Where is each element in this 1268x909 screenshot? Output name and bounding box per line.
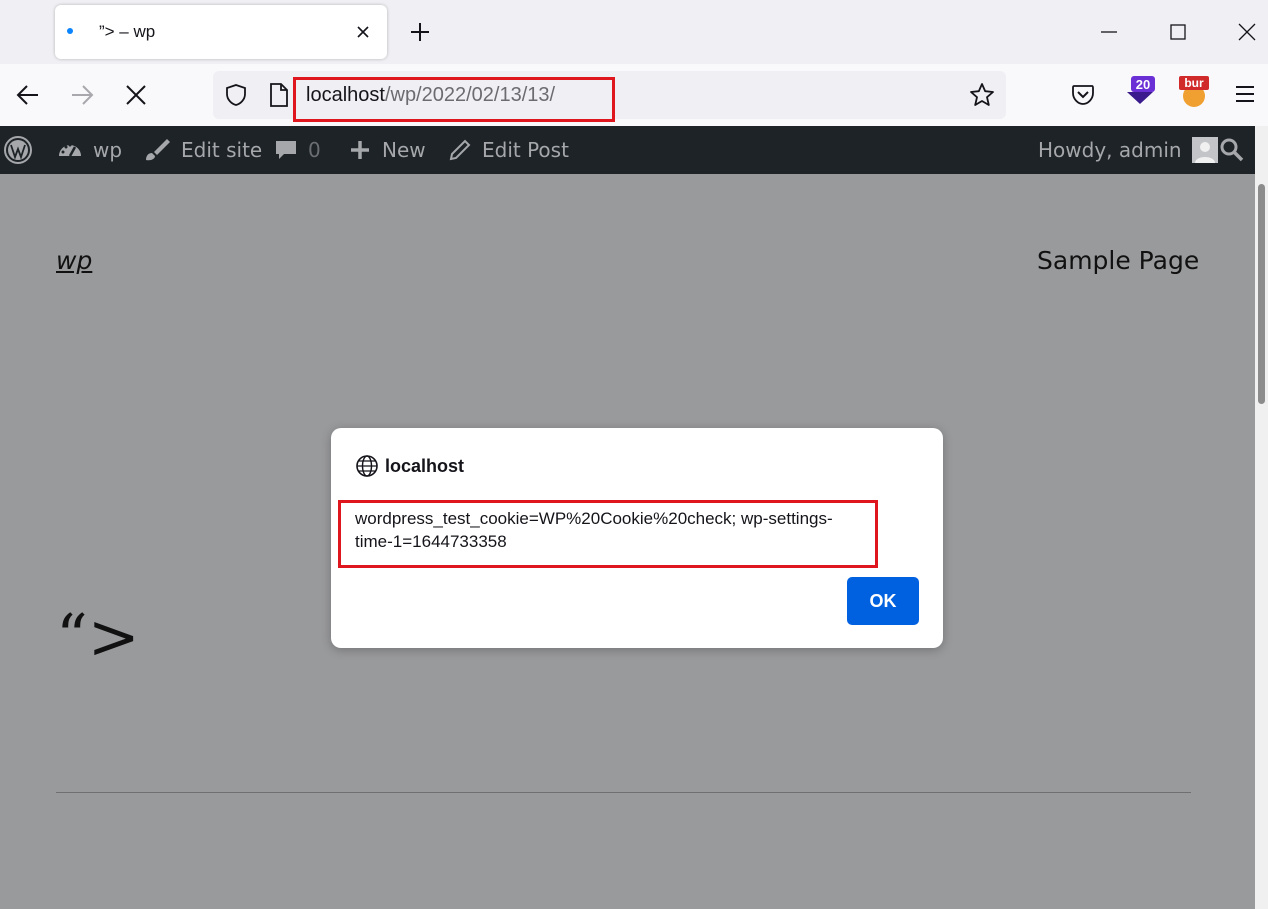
url-highlight-box [293,77,615,122]
menu-icon[interactable] [1234,83,1256,105]
loading-indicator-icon [67,28,73,34]
wp-logo-item[interactable] [3,126,43,174]
close-window-icon[interactable] [1235,20,1259,44]
dashboard-icon [59,143,81,157]
my-account-item[interactable]: Howdy, admin [1038,126,1218,174]
comments-item[interactable]: 0 [274,126,321,174]
minimize-icon[interactable] [1097,20,1121,44]
comment-bubble-icon [276,141,296,159]
alert-dialog: localhost wordpress_test_cookie=WP%20Coo… [331,428,943,648]
post-title: “> [56,600,140,673]
tab-title: ”> – wp [99,22,156,41]
new-tab-icon[interactable] [408,20,432,44]
plus-icon [351,141,369,159]
edit-post-label: Edit Post [482,138,569,162]
site-title-link[interactable]: wp [56,246,92,275]
browser-tab[interactable]: ”> – wp [55,5,387,59]
page-scrollbar[interactable] [1255,126,1268,909]
site-name-item[interactable]: wp [57,126,122,174]
comments-count: 0 [308,138,321,162]
ok-button[interactable]: OK [847,577,919,625]
edit-site-label: Edit site [181,138,263,162]
nav-sample-page-link[interactable]: Sample Page [1037,246,1199,275]
extension-download-icon[interactable]: 20 [1123,74,1157,108]
site-name-label: wp [93,138,123,162]
dialog-origin-label: localhost [385,455,465,476]
extension-badge-count: 20 [1136,77,1150,92]
new-label: New [382,138,426,162]
shield-icon[interactable] [224,83,248,107]
brush-icon [146,139,170,161]
new-content-item[interactable]: New [348,126,426,174]
search-icon [1220,138,1244,162]
message-highlight-box [338,500,878,568]
pocket-icon[interactable] [1071,84,1095,106]
scrollbar-thumb[interactable] [1258,184,1265,404]
tab-strip: ”> – wp [0,0,1268,64]
search-item[interactable] [1219,126,1255,174]
edit-post-item[interactable]: Edit Post [448,126,569,174]
page-info-icon[interactable] [268,82,290,108]
edit-site-item[interactable]: Edit site [143,126,262,174]
wp-admin-bar: wp Edit site 0 New Edit Post Howdy, admi… [0,126,1255,174]
pencil-icon [449,139,471,161]
maximize-icon[interactable] [1166,20,1190,44]
back-icon[interactable] [14,81,42,109]
wordpress-logo-icon [4,136,32,164]
close-tab-icon[interactable] [353,22,373,42]
extension-bur-label: bur [1184,76,1204,90]
globe-icon [356,455,378,477]
extension-bur-icon[interactable]: bur [1178,74,1210,108]
url-bar[interactable]: localhost/wp/2022/02/13/13/ [213,71,1006,122]
bookmark-star-icon[interactable] [969,82,995,108]
avatar [1191,137,1218,163]
navigation-bar: localhost/wp/2022/02/13/13/ 20 bur [0,64,1268,126]
stop-loading-icon[interactable] [122,81,150,109]
dialog-origin: localhost [355,454,464,478]
separator [56,792,1191,793]
howdy-label: Howdy, admin [1038,138,1182,162]
forward-icon[interactable] [68,81,96,109]
